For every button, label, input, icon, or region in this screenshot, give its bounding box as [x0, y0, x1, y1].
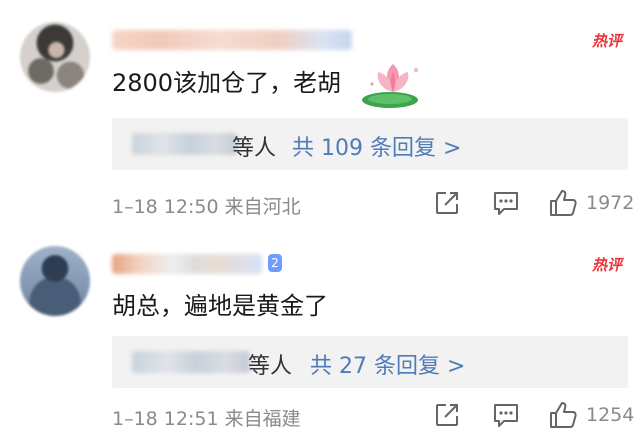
comment-text: 2800该加仓了，老胡: [112, 69, 342, 97]
comment-meta: 1–18 12:50 来自河北 1972: [112, 188, 635, 220]
username-blurred[interactable]: [112, 254, 262, 274]
timestamp-location: 1–18 12:51 来自福建: [112, 408, 301, 430]
thumbs-up-icon[interactable]: [548, 188, 578, 218]
view-replies-link[interactable]: 共 109 条回复 >: [292, 130, 461, 162]
share-external-icon[interactable]: [434, 190, 460, 216]
comment-item: 热评 2800该加仓了，老胡 等人 共 109 条回复 > 1–18 12:50…: [0, 0, 640, 220]
view-replies-link[interactable]: 共 27 条回复 >: [310, 348, 465, 380]
like-count: 1254: [586, 404, 635, 426]
lotus-sticker-icon: [362, 64, 418, 108]
replies-preview[interactable]: 等人 共 27 条回复 >: [112, 336, 628, 388]
reply-usernames-blurred: [132, 351, 250, 373]
comment-item: 2 热评 胡总，遍地是黄金了 等人 共 27 条回复 > 1–18 12:51 …: [0, 218, 640, 438]
reply-usernames-blurred: [132, 133, 237, 155]
hot-comment-badge: 热评: [591, 256, 622, 274]
comment-icon[interactable]: [492, 190, 520, 216]
user-level-badge: 2: [268, 254, 282, 272]
reply-etc-label: 等人: [248, 354, 293, 379]
thumbs-up-icon[interactable]: [548, 400, 578, 430]
comment-text: 胡总，遍地是黄金了: [112, 292, 328, 320]
share-external-icon[interactable]: [434, 402, 460, 428]
replies-preview[interactable]: 等人 共 109 条回复 >: [112, 118, 628, 170]
timestamp-location: 1–18 12:50 来自河北: [112, 196, 301, 218]
avatar[interactable]: [20, 22, 90, 92]
comment-icon[interactable]: [492, 402, 520, 428]
comment-meta: 1–18 12:51 来自福建 1254: [112, 400, 635, 432]
avatar[interactable]: [20, 246, 90, 316]
username-blurred[interactable]: [112, 30, 352, 50]
reply-etc-label: 等人: [232, 136, 277, 161]
hot-comment-badge: 热评: [591, 32, 622, 50]
like-count: 1972: [586, 192, 635, 214]
